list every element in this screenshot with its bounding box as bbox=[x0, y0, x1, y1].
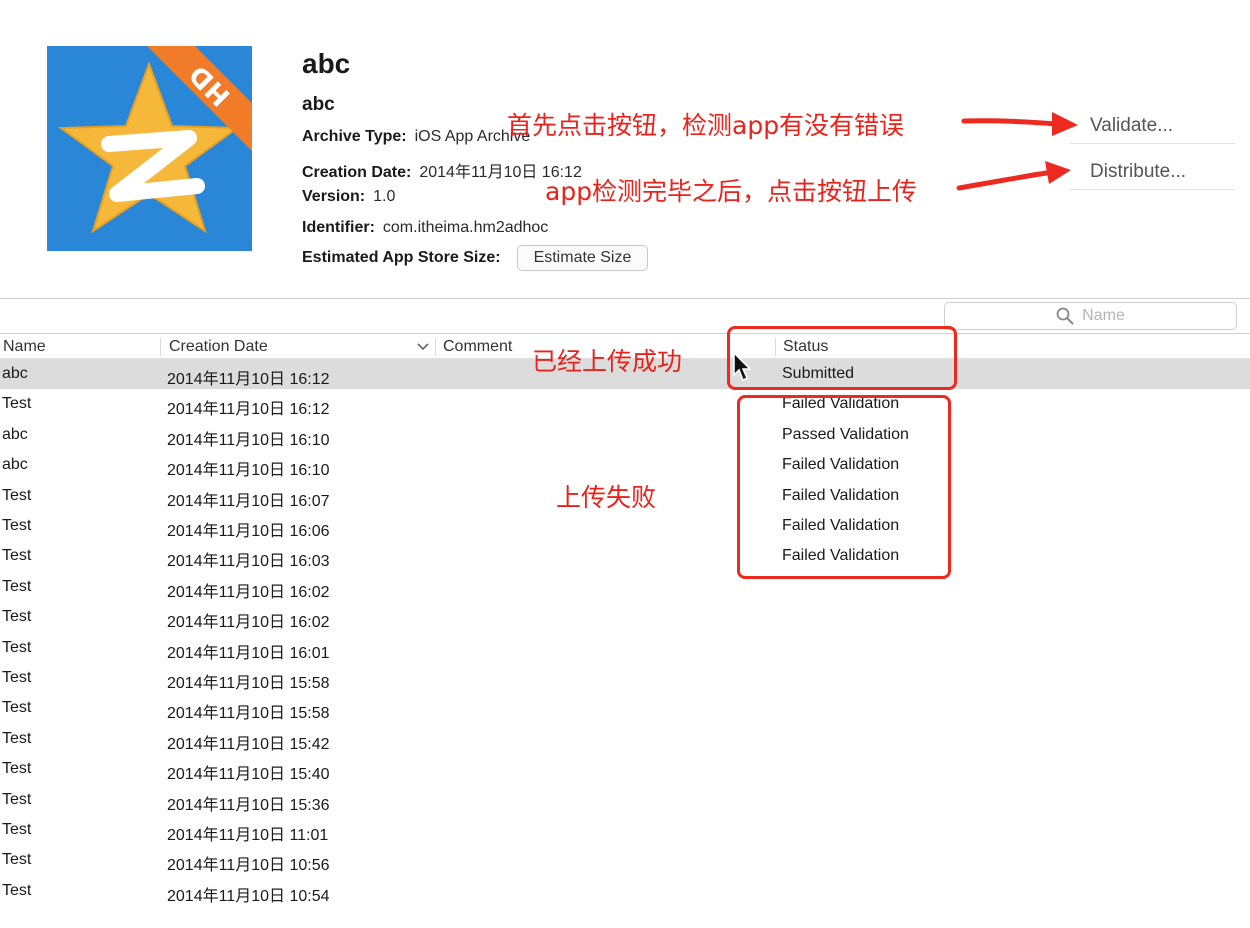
submitted-annotation: 已经上传成功 bbox=[532, 347, 683, 376]
archive-type-label: Archive Type: bbox=[302, 128, 407, 145]
column-separator[interactable] bbox=[160, 338, 161, 356]
version-row: Version: 1.0 bbox=[302, 188, 395, 206]
archive-name-cell: Test bbox=[2, 517, 32, 534]
table-row[interactable]: Test 2014年11月10日 16:12 Failed Validation bbox=[0, 389, 1250, 419]
table-row[interactable]: Test 2014年11月10日 11:01 bbox=[0, 815, 1250, 845]
archive-name-cell: Test bbox=[2, 547, 32, 565]
distribute-button[interactable]: Distribute... bbox=[1070, 154, 1235, 190]
archive-name-cell: Test bbox=[2, 608, 32, 626]
table-row[interactable]: Test 2014年11月10日 16:06 Failed Validation bbox=[0, 511, 1250, 541]
table-row[interactable]: Test 2014年11月10日 15:58 bbox=[0, 663, 1250, 693]
column-header-creation-date[interactable]: Creation Date bbox=[169, 338, 268, 356]
archive-date-cell: 2014年11月10日 10:56 bbox=[167, 857, 330, 875]
archive-name-cell: Test bbox=[2, 486, 32, 504]
table-row[interactable]: Test 2014年11月10日 15:40 bbox=[0, 754, 1250, 784]
failed-highlight bbox=[737, 395, 951, 579]
archive-date-cell: 2014年11月10日 16:02 bbox=[167, 583, 330, 601]
creation-date-row: Creation Date: 2014年11月10日 16:12 bbox=[302, 158, 582, 182]
column-header-name[interactable]: Name bbox=[3, 338, 46, 356]
archive-date-cell: 2014年11月10日 16:10 bbox=[167, 431, 330, 449]
archive-name-cell: abc bbox=[2, 425, 28, 443]
table-row[interactable]: Test 2014年11月10日 16:02 bbox=[0, 572, 1250, 602]
archive-type-row: Archive Type: iOS App Archive bbox=[302, 128, 530, 146]
archive-name-cell: Test bbox=[2, 851, 32, 869]
search-input[interactable]: Name bbox=[944, 302, 1237, 330]
search-placeholder: Name bbox=[1082, 307, 1125, 324]
app-title: abc bbox=[302, 48, 351, 79]
arrow-icon bbox=[956, 161, 1071, 191]
app-icon: HD bbox=[47, 46, 252, 251]
archive-date-cell: 2014年11月10日 16:10 bbox=[167, 462, 330, 480]
archive-date-cell: 2014年11月10日 16:12 bbox=[167, 371, 330, 388]
archive-date-cell: 2014年11月10日 11:01 bbox=[167, 827, 329, 844]
distribute-annotation: app检测完毕之后，点击按钮上传 bbox=[545, 177, 918, 206]
table-row[interactable]: Test 2014年11月10日 10:54 bbox=[0, 876, 1250, 906]
submitted-highlight bbox=[727, 326, 957, 390]
archive-date-cell: 2014年11月10日 16:12 bbox=[167, 401, 330, 419]
archive-name-cell: Test bbox=[2, 669, 32, 686]
table-row[interactable]: Test 2014年11月10日 15:36 bbox=[0, 785, 1250, 815]
archive-date-cell: 2014年11月10日 16:03 bbox=[167, 553, 330, 571]
archive-date-cell: 2014年11月10日 10:54 bbox=[167, 887, 330, 905]
column-separator[interactable] bbox=[435, 338, 436, 356]
size-label: Estimated App Store Size: bbox=[302, 249, 501, 267]
archive-name-cell: Test bbox=[2, 821, 32, 838]
identifier-row: Identifier: com.itheima.hm2adhoc bbox=[302, 219, 548, 237]
table-row[interactable]: Test 2014年11月10日 16:02 bbox=[0, 602, 1250, 632]
archive-name-cell: Test bbox=[2, 760, 32, 778]
archive-date-cell: 2014年11月10日 16:02 bbox=[167, 614, 330, 632]
column-header-comment[interactable]: Comment bbox=[443, 338, 512, 356]
archive-name-cell: Test bbox=[2, 395, 32, 413]
table-row[interactable]: Test 2014年11月10日 16:03 Failed Validation bbox=[0, 541, 1250, 571]
table-row[interactable]: abc 2014年11月10日 16:10 Failed Validation bbox=[0, 450, 1250, 480]
archive-date-cell: 2014年11月10日 16:06 bbox=[167, 523, 330, 540]
validate-button[interactable]: Validate... bbox=[1070, 108, 1235, 144]
section-divider bbox=[0, 298, 1250, 299]
archive-organizer-window: HD abc abc Archive Type: iOS App Archive … bbox=[0, 0, 1250, 928]
archive-date-cell: 2014年11月10日 15:58 bbox=[167, 705, 330, 723]
mouse-cursor-icon bbox=[733, 352, 751, 382]
search-icon bbox=[1056, 307, 1074, 325]
archive-date-cell: 2014年11月10日 15:42 bbox=[167, 735, 330, 753]
validate-annotation: 首先点击按钮，检测app有没有错误 bbox=[507, 111, 905, 140]
table-row[interactable]: Test 2014年11月10日 15:58 bbox=[0, 693, 1250, 723]
archive-name-cell: Test bbox=[2, 638, 32, 656]
size-row: Estimated App Store Size: Estimate Size bbox=[302, 245, 649, 271]
archive-date-cell: 2014年11月10日 15:58 bbox=[167, 675, 330, 692]
archive-date-cell: 2014年11月10日 15:36 bbox=[167, 796, 330, 814]
table-row[interactable]: abc 2014年11月10日 16:10 Passed Validation bbox=[0, 420, 1250, 450]
archive-name-cell: Test bbox=[2, 577, 32, 595]
archive-date-cell: 2014年11月10日 16:01 bbox=[167, 644, 330, 662]
archive-date-cell: 2014年11月10日 16:07 bbox=[167, 492, 330, 510]
archive-name-cell: abc bbox=[2, 365, 28, 382]
archive-name-cell: Test bbox=[2, 790, 32, 808]
arrow-icon bbox=[961, 112, 1078, 136]
archive-name-cell: abc bbox=[2, 456, 28, 474]
identifier-label: Identifier: bbox=[302, 219, 375, 236]
version-label: Version: bbox=[302, 188, 366, 205]
table-row[interactable]: Test 2014年11月10日 16:01 bbox=[0, 633, 1250, 663]
creation-date-label: Creation Date: bbox=[302, 164, 412, 181]
estimate-size-button[interactable]: Estimate Size bbox=[516, 245, 649, 271]
archive-date-cell: 2014年11月10日 15:40 bbox=[167, 766, 330, 784]
table-row[interactable]: Test 2014年11月10日 10:56 bbox=[0, 845, 1250, 875]
archive-name-cell: Test bbox=[2, 699, 32, 717]
archive-name-cell: Test bbox=[2, 881, 32, 899]
table-row[interactable]: Test 2014年11月10日 15:42 bbox=[0, 724, 1250, 754]
identifier-value: com.itheima.hm2adhoc bbox=[382, 219, 549, 236]
chevron-down-icon[interactable] bbox=[416, 342, 430, 352]
failed-annotation: 上传失败 bbox=[556, 483, 657, 512]
archive-name-cell: Test bbox=[2, 729, 32, 747]
app-subtitle: abc bbox=[302, 94, 335, 115]
version-value: 1.0 bbox=[373, 188, 396, 205]
